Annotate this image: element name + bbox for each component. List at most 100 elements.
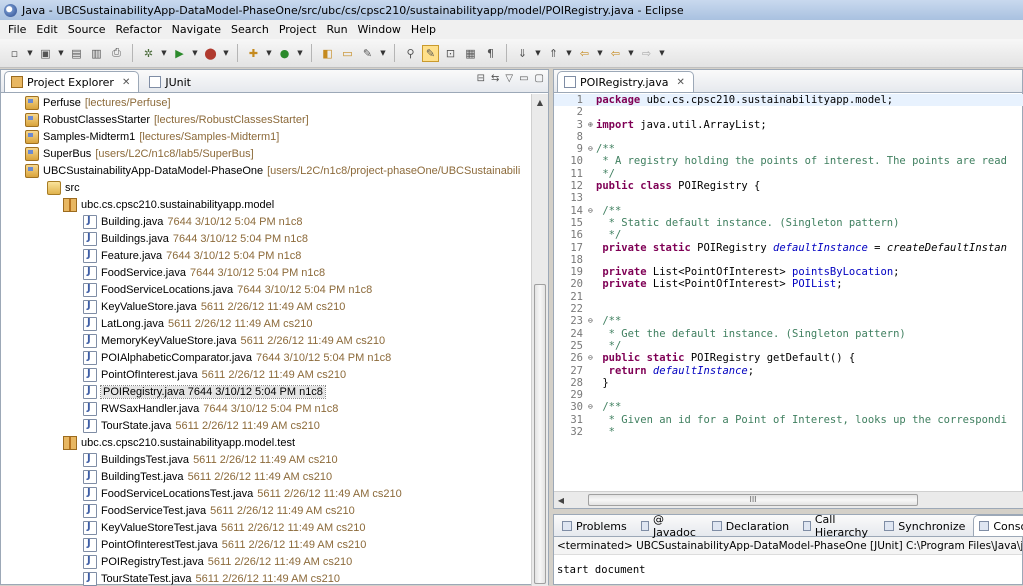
menu-file[interactable]: File <box>3 23 31 36</box>
tab-javadoc[interactable]: @ Javadoc <box>635 513 704 539</box>
close-icon[interactable]: ✕ <box>122 77 130 88</box>
fold-toggle-icon[interactable]: ⊖ <box>588 352 593 364</box>
tree-item[interactable]: ubc.cs.cpsc210.sustainabilityapp.model <box>1 196 531 213</box>
menu-refactor[interactable]: Refactor <box>111 23 167 36</box>
tree-item[interactable]: KeyValueStoreTest.java5611 2/26/12 11:49… <box>1 519 531 536</box>
tree-item[interactable]: UBCSustainabilityApp-DataModel-PhaseOne[… <box>1 162 531 179</box>
tab-synchronize[interactable]: Synchronize <box>878 515 971 536</box>
prev-annotation-icon[interactable]: ⇑ <box>545 45 562 62</box>
tab-poiregistry-java[interactable]: POIRegistry.java ✕ <box>557 71 694 92</box>
tree-item[interactable]: RWSaxHandler.java7644 3/10/12 5:04 PM n1… <box>1 400 531 417</box>
close-icon[interactable]: ✕ <box>677 77 685 88</box>
tree-item[interactable]: BuildingsTest.java5611 2/26/12 11:49 AM … <box>1 451 531 468</box>
new-icon[interactable]: ▫ <box>6 45 23 62</box>
code-line[interactable]: 32 * <box>554 426 1023 438</box>
chevron-down-icon[interactable]: ▼ <box>26 45 34 62</box>
code-line[interactable]: 11 */ <box>554 168 1023 180</box>
code-line[interactable]: 18 <box>554 254 1023 266</box>
code-line[interactable]: 23 ⊖ /** <box>554 315 1023 327</box>
chevron-down-icon[interactable]: ▼ <box>379 45 387 62</box>
mark-occurrences-icon[interactable]: ✎ <box>422 44 439 62</box>
menu-source[interactable]: Source <box>63 23 111 36</box>
tree-item[interactable]: KeyValueStore.java5611 2/26/12 11:49 AM … <box>1 298 531 315</box>
code-line[interactable]: 9 ⊖/** <box>554 143 1023 155</box>
code-line[interactable]: 1 package ubc.cs.cpsc210.sustainabilityap… <box>554 94 1023 107</box>
code-area[interactable]: 1 package ubc.cs.cpsc210.sustainabilityap… <box>554 94 1023 491</box>
code-line[interactable]: 21 <box>554 291 1023 303</box>
fold-toggle-icon[interactable]: ⊖ <box>588 315 593 327</box>
code-line[interactable]: 15 * Static default instance. (Singleton… <box>554 217 1023 229</box>
tree-item[interactable]: Buildings.java7644 3/10/12 5:04 PM n1c8 <box>1 230 531 247</box>
code-line[interactable]: 12 public class POIRegistry { <box>554 180 1023 192</box>
show-whitespace-icon[interactable]: ¶ <box>482 45 499 62</box>
save-icon[interactable]: ▤ <box>68 45 85 62</box>
link-with-editor-icon[interactable]: ⇆ <box>491 73 499 84</box>
code-line[interactable]: 19 private List<PointOfInterest> pointsB… <box>554 266 1023 278</box>
print-icon[interactable]: ⎙ <box>108 45 125 62</box>
tab-call-hierarchy[interactable]: Call Hierarchy <box>797 513 876 539</box>
tree-item[interactable]: POIAlphabeticComparator.java7644 3/10/12… <box>1 349 531 366</box>
chevron-down-icon[interactable]: ▼ <box>160 45 168 62</box>
code-line[interactable]: 31 * Given an id for a Point of Interest… <box>554 414 1023 426</box>
forward-icon[interactable]: ⇨ <box>638 45 655 62</box>
code-line[interactable]: 30 ⊖ /** <box>554 401 1023 413</box>
code-line[interactable]: 10 * A registry holding the points of in… <box>554 155 1023 167</box>
code-line[interactable]: 13 <box>554 192 1023 204</box>
code-line[interactable]: 20 private List<PointOfInterest> POIList… <box>554 278 1023 290</box>
code-line[interactable]: 8 <box>554 131 1023 143</box>
pencil-icon[interactable]: ✎ <box>359 45 376 62</box>
tree-item[interactable]: ubc.cs.cpsc210.sustainabilityapp.model.t… <box>1 434 531 451</box>
chevron-down-icon[interactable]: ▼ <box>565 45 573 62</box>
tree-item[interactable]: FoodServiceTest.java5611 2/26/12 11:49 A… <box>1 502 531 519</box>
save-all-icon[interactable]: ▥ <box>88 45 105 62</box>
scroll-up-icon[interactable]: ▲ <box>532 94 548 111</box>
chevron-down-icon[interactable]: ▼ <box>191 45 199 62</box>
tree-item[interactable]: FoodService.java 7644 3/10/12 5:04 PM n1c… <box>1 264 531 281</box>
chevron-down-icon[interactable]: ▼ <box>658 45 666 62</box>
tree-item[interactable]: Building.java7644 3/10/12 5:04 PM n1c8 <box>1 213 531 230</box>
code-line[interactable]: 29 <box>554 389 1023 401</box>
external-tools-icon[interactable]: ⬤ <box>202 45 219 62</box>
code-line[interactable]: 25 */ <box>554 340 1023 352</box>
chevron-down-icon[interactable]: ▼ <box>57 45 65 62</box>
maximize-icon[interactable]: ▢ <box>535 73 544 84</box>
code-line[interactable]: 16 */ <box>554 229 1023 241</box>
chevron-down-icon[interactable]: ▼ <box>296 45 304 62</box>
scroll-thumb[interactable]: III <box>588 494 918 506</box>
horizontal-scrollbar[interactable]: ◀ III <box>554 491 1023 508</box>
code-line[interactable]: 22 <box>554 303 1023 315</box>
tree-item[interactable]: FoodServiceLocationsTest.java5611 2/26/1… <box>1 485 531 502</box>
tree-item[interactable]: RobustClassesStarter [lectures/RobustClas… <box>1 111 531 128</box>
new-class-icon[interactable]: ● <box>276 45 293 62</box>
toggle-icon[interactable]: ⊡ <box>442 45 459 62</box>
tree-item[interactable]: TourStateTest.java5611 2/26/12 11:49 AM … <box>1 570 531 586</box>
new-package-icon[interactable]: ▣ <box>37 45 54 62</box>
tree-item[interactable]: Feature.java7644 3/10/12 5:04 PM n1c8 <box>1 247 531 264</box>
fold-toggle-icon[interactable]: ⊕ <box>588 119 593 131</box>
code-line[interactable]: 27 return defaultInstance; <box>554 365 1023 377</box>
search-icon[interactable]: ⚲ <box>402 45 419 62</box>
tree-item[interactable]: Samples-Midterm1 [lectures/Samples-Midter… <box>1 128 531 145</box>
chevron-down-icon[interactable]: ▼ <box>534 45 542 62</box>
code-line[interactable]: 17 private static POIRegistry defaultIns… <box>554 242 1023 254</box>
tree-item[interactable]: POIRegistry.java 7644 3/10/12 5:04 PM n1… <box>1 383 531 400</box>
collapse-all-icon[interactable]: ⊟ <box>477 73 485 84</box>
tree-item[interactable]: src <box>1 179 531 196</box>
code-line[interactable]: 24 * Get the default instance. (Singleto… <box>554 328 1023 340</box>
next-annotation-icon[interactable]: ⇓ <box>514 45 531 62</box>
chevron-down-icon[interactable]: ▼ <box>627 45 635 62</box>
code-line[interactable]: 28 } <box>554 377 1023 389</box>
menu-window[interactable]: Window <box>353 23 406 36</box>
code-line[interactable]: 3 ⊕ import java.util.ArrayList; <box>554 119 1023 131</box>
tree-item[interactable]: Perfuse [lectures/Perfuse] <box>1 94 531 111</box>
open-type-icon[interactable]: ◧ <box>319 45 336 62</box>
tab-problems[interactable]: Problems <box>556 515 633 536</box>
tree-item[interactable]: BuildingTest.java5611 2/26/12 11:49 AM c… <box>1 468 531 485</box>
code-line[interactable]: 26 ⊖ public static POIRegistry getDefault… <box>554 352 1023 364</box>
tree-item[interactable]: LatLong.java 5611 2/26/12 11:49 AM cs210 <box>1 315 531 332</box>
tab-project-explorer[interactable]: Project Explorer ✕ <box>4 71 140 92</box>
run-icon[interactable]: ▶ <box>171 45 188 62</box>
scroll-left-icon[interactable]: ◀ <box>554 496 568 505</box>
tab-console[interactable]: Console <box>973 515 1023 536</box>
code-line[interactable]: 14 ⊖ /** <box>554 205 1023 217</box>
